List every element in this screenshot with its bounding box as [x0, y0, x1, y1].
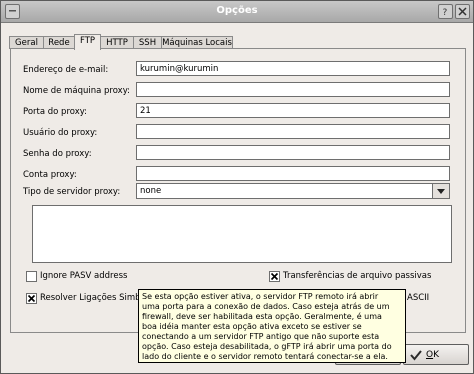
- window-close-button[interactable]: [455, 4, 470, 19]
- ok-button[interactable]: OK: [403, 344, 469, 365]
- email-field[interactable]: kurumin@kurumin: [136, 61, 450, 76]
- options-dialog: Opções ? Geral Rede FTP HTTP SSH Máquina…: [0, 0, 474, 374]
- proxy-port-field[interactable]: 21: [136, 103, 450, 118]
- proxy-password-label: Senha do proxy:: [23, 149, 92, 159]
- chevron-down-icon: [437, 189, 445, 194]
- resolve-symlinks-checkbox[interactable]: [26, 293, 37, 304]
- proxy-type-select[interactable]: none: [136, 183, 450, 199]
- ok-label-rest: K: [433, 350, 439, 360]
- tooltip-line: conectando a um servidor FTP antigo que …: [142, 332, 380, 341]
- passive-transfers-label: Transferências de arquivo passivas: [283, 271, 432, 281]
- proxy-host-field[interactable]: [136, 82, 450, 97]
- ascii-option-label: ASCII: [407, 293, 430, 303]
- resolve-symlinks-label: Resolver Ligações Simb: [40, 293, 141, 303]
- proxy-password-field[interactable]: [136, 145, 450, 160]
- proxy-host-label: Nome de máquina proxy:: [23, 86, 130, 96]
- proxy-user-field[interactable]: [136, 124, 450, 139]
- ignore-pasv-checkbox[interactable]: [26, 271, 37, 282]
- tooltip-line: opção. Caso esteja desabilitada, o gFTP …: [142, 342, 392, 351]
- proxy-config-textarea[interactable]: [32, 205, 452, 263]
- tooltip-line: uma porta para a conexão de dados. Caso …: [142, 302, 390, 311]
- passive-transfers-tooltip: Se esta opção estiver ativa, o servidor …: [138, 289, 406, 363]
- proxy-account-field[interactable]: [136, 166, 450, 181]
- proxy-port-label: Porta do proxy:: [23, 107, 88, 117]
- tab-ftp[interactable]: FTP: [74, 34, 101, 50]
- passive-transfers-checkbox[interactable]: [269, 271, 280, 282]
- ok-button-label: OK: [426, 350, 439, 360]
- ignore-pasv-label: Ignore PASV address: [40, 271, 128, 281]
- tooltip-line: lado do cliente e o servidor remoto tent…: [142, 352, 388, 361]
- svg-text:?: ?: [443, 8, 448, 16]
- proxy-type-dropdown-button[interactable]: [432, 184, 449, 198]
- tooltip-line: boa idéia manter esta opção ativa exceto…: [142, 322, 362, 331]
- proxy-user-label: Usuário do proxy:: [23, 128, 98, 138]
- email-label: Endereço de e-mail:: [23, 65, 109, 75]
- close-icon: [458, 7, 467, 16]
- proxy-type-value: none: [140, 186, 162, 196]
- checkmark-icon: [410, 350, 422, 361]
- proxy-type-label: Tipo de servidor proxy:: [23, 187, 121, 197]
- proxy-account-label: Conta proxy:: [23, 170, 77, 180]
- question-icon: ?: [443, 8, 448, 16]
- checkmark-icon: [27, 294, 36, 303]
- title-bar[interactable]: Opções ?: [1, 1, 473, 23]
- window-title: Opções: [216, 5, 258, 16]
- tooltip-line: firewall, deve ser habilitada esta opção…: [142, 312, 382, 321]
- window-help-button[interactable]: ?: [438, 4, 453, 19]
- checkmark-icon: [270, 272, 279, 281]
- tooltip-line: Se esta opção estiver ativa, o servidor …: [142, 292, 379, 301]
